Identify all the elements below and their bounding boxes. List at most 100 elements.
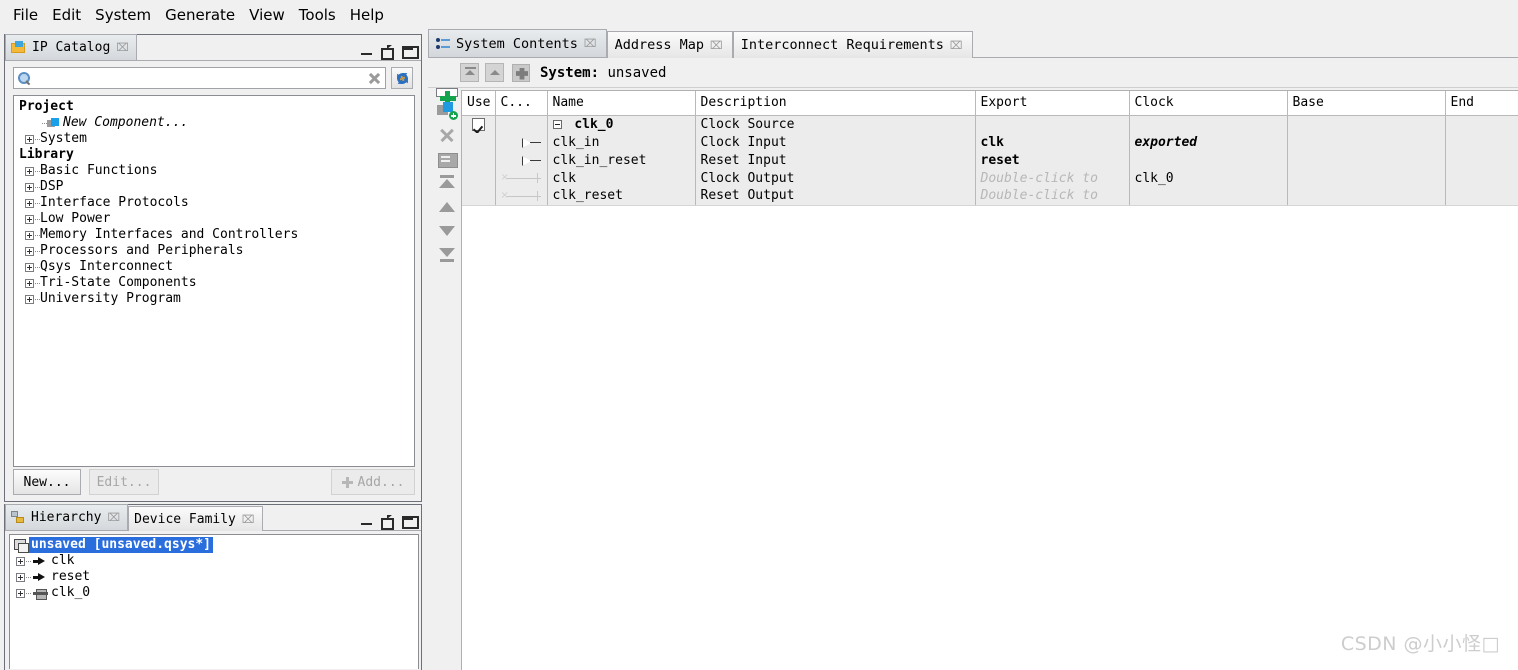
tree-item-memory-interfaces[interactable]: Memory Interfaces and Controllers (16, 227, 412, 243)
row-clock-cell[interactable] (1129, 151, 1288, 169)
row-clock-cell[interactable]: clk_0 (1129, 169, 1288, 187)
menu-item-tools[interactable]: Tools (292, 4, 343, 26)
expand-icon[interactable] (25, 230, 34, 240)
row-use-cell[interactable] (462, 169, 496, 187)
table-row[interactable]: clk Clock Output Double-click to clk_0 (462, 169, 1518, 187)
use-checkbox[interactable] (471, 117, 485, 131)
expand-icon[interactable] (16, 572, 25, 582)
minimize-icon[interactable] (360, 45, 373, 56)
row-use-cell[interactable] (462, 115, 496, 133)
expand-icon[interactable] (16, 556, 25, 566)
tree-item-system[interactable]: System (16, 131, 412, 147)
search-input[interactable] (35, 69, 364, 87)
row-name-cell[interactable]: clk_0 (547, 115, 696, 133)
tree-group-project[interactable]: Project (16, 99, 412, 115)
tab-ip-catalog[interactable]: IP Catalog ⌧ (5, 34, 137, 60)
row-clock-cell[interactable] (1129, 187, 1288, 206)
tree-group-library[interactable]: Library (16, 147, 412, 163)
column-header-clock[interactable]: Clock (1129, 91, 1288, 116)
row-end-cell[interactable] (1445, 115, 1518, 133)
row-name-cell[interactable]: clk (547, 169, 696, 187)
move-down-icon[interactable] (436, 221, 458, 241)
expand-icon[interactable] (16, 588, 25, 598)
add-component-icon[interactable] (436, 101, 458, 121)
expand-icon[interactable] (25, 262, 34, 272)
system-contents-table-wrapper[interactable]: Use C... Name Description Export Clock B… (461, 90, 1518, 670)
column-header-name[interactable]: Name (547, 91, 696, 116)
row-connection-cell[interactable] (495, 169, 548, 187)
minimize-icon[interactable] (360, 515, 373, 526)
ip-catalog-tree[interactable]: Project New Component... System Library (13, 95, 415, 467)
row-base-cell[interactable] (1287, 169, 1446, 187)
column-header-use[interactable]: Use (462, 91, 496, 116)
collapse-all-button[interactable] (460, 63, 479, 82)
row-use-cell[interactable] (462, 151, 496, 169)
menu-item-generate[interactable]: Generate (158, 4, 242, 26)
row-export-cell[interactable]: reset (975, 151, 1130, 169)
row-clock-cell[interactable] (1129, 115, 1288, 133)
row-end-cell[interactable] (1445, 133, 1518, 151)
column-header-end[interactable]: End (1445, 91, 1518, 116)
close-icon[interactable]: ⌧ (710, 40, 723, 51)
table-row[interactable]: clk_in Clock Input clk exported (462, 133, 1518, 151)
expand-icon[interactable] (25, 182, 34, 192)
tree-item-low-power[interactable]: Low Power (16, 211, 412, 227)
tree-item-university-program[interactable]: University Program (16, 291, 412, 307)
maximize-icon[interactable] (402, 515, 419, 529)
tab-interconnect-requirements[interactable]: Interconnect Requirements ⌧ (732, 31, 973, 58)
row-end-cell[interactable] (1445, 169, 1518, 187)
hierarchy-tree[interactable]: unsaved [unsaved.qsys*] clk reset clk_0 (9, 534, 419, 669)
row-base-cell[interactable] (1287, 133, 1446, 151)
column-header-description[interactable]: Description (695, 91, 976, 116)
move-up-icon[interactable] (436, 197, 458, 217)
menu-item-file[interactable]: File (6, 4, 45, 26)
collapse-one-button[interactable] (485, 63, 504, 82)
restore-icon[interactable] (381, 45, 394, 60)
expand-icon[interactable] (25, 294, 34, 304)
tree-item-interface-protocols[interactable]: Interface Protocols (16, 195, 412, 211)
tab-system-contents[interactable]: System Contents ⌧ (428, 29, 607, 57)
row-use-cell[interactable] (462, 133, 496, 151)
search-field-wrapper[interactable] (13, 67, 386, 89)
close-icon[interactable]: ⌧ (242, 514, 255, 525)
clear-icon[interactable] (368, 72, 381, 85)
row-end-cell[interactable] (1445, 151, 1518, 169)
move-to-top-icon[interactable] (436, 173, 458, 193)
close-icon[interactable]: ⌧ (107, 512, 120, 523)
row-export-cell[interactable]: clk (975, 133, 1130, 151)
row-name-cell[interactable]: clk_in (547, 133, 696, 151)
tab-hierarchy[interactable]: Hierarchy ⌧ (5, 504, 129, 530)
row-use-cell[interactable] (462, 187, 496, 206)
tree-item-basic-functions[interactable]: Basic Functions (16, 163, 412, 179)
tab-device-family[interactable]: Device Family ⌧ (128, 506, 263, 531)
tree-item-dsp[interactable]: DSP (16, 179, 412, 195)
new-button[interactable]: New... (13, 469, 81, 495)
row-base-cell[interactable] (1287, 115, 1446, 133)
add-icon[interactable] (435, 88, 458, 107)
row-connection-cell[interactable] (495, 151, 548, 169)
row-clock-cell[interactable]: exported (1129, 133, 1288, 151)
table-row[interactable]: clk_reset Reset Output Double-click to (462, 187, 1518, 206)
expand-icon[interactable] (25, 134, 34, 144)
row-export-cell[interactable]: Double-click to (975, 187, 1130, 206)
row-export-cell[interactable] (975, 115, 1130, 133)
close-icon[interactable]: ⌧ (950, 40, 963, 51)
hierarchy-item-unsaved[interactable]: unsaved [unsaved.qsys*] (12, 537, 416, 553)
row-base-cell[interactable] (1287, 187, 1446, 206)
collapse-icon[interactable] (552, 119, 562, 129)
row-connection-cell[interactable] (495, 187, 548, 206)
row-name-cell[interactable]: clk_in_reset (547, 151, 696, 169)
hierarchy-item-clk-0[interactable]: clk_0 (12, 585, 416, 601)
table-row[interactable]: clk_in_reset Reset Input reset (462, 151, 1518, 169)
row-end-cell[interactable] (1445, 187, 1518, 206)
column-header-base[interactable]: Base (1287, 91, 1446, 116)
restore-icon[interactable] (381, 515, 394, 530)
row-connection-cell[interactable] (495, 115, 548, 133)
row-connection-cell[interactable] (495, 133, 548, 151)
row-base-cell[interactable] (1287, 151, 1446, 169)
expand-icon[interactable] (25, 278, 34, 288)
expand-icon[interactable] (25, 246, 34, 256)
column-header-export[interactable]: Export (975, 91, 1130, 116)
tree-item-qsys-interconnect[interactable]: Qsys Interconnect (16, 259, 412, 275)
edit-icon[interactable] (436, 149, 458, 169)
